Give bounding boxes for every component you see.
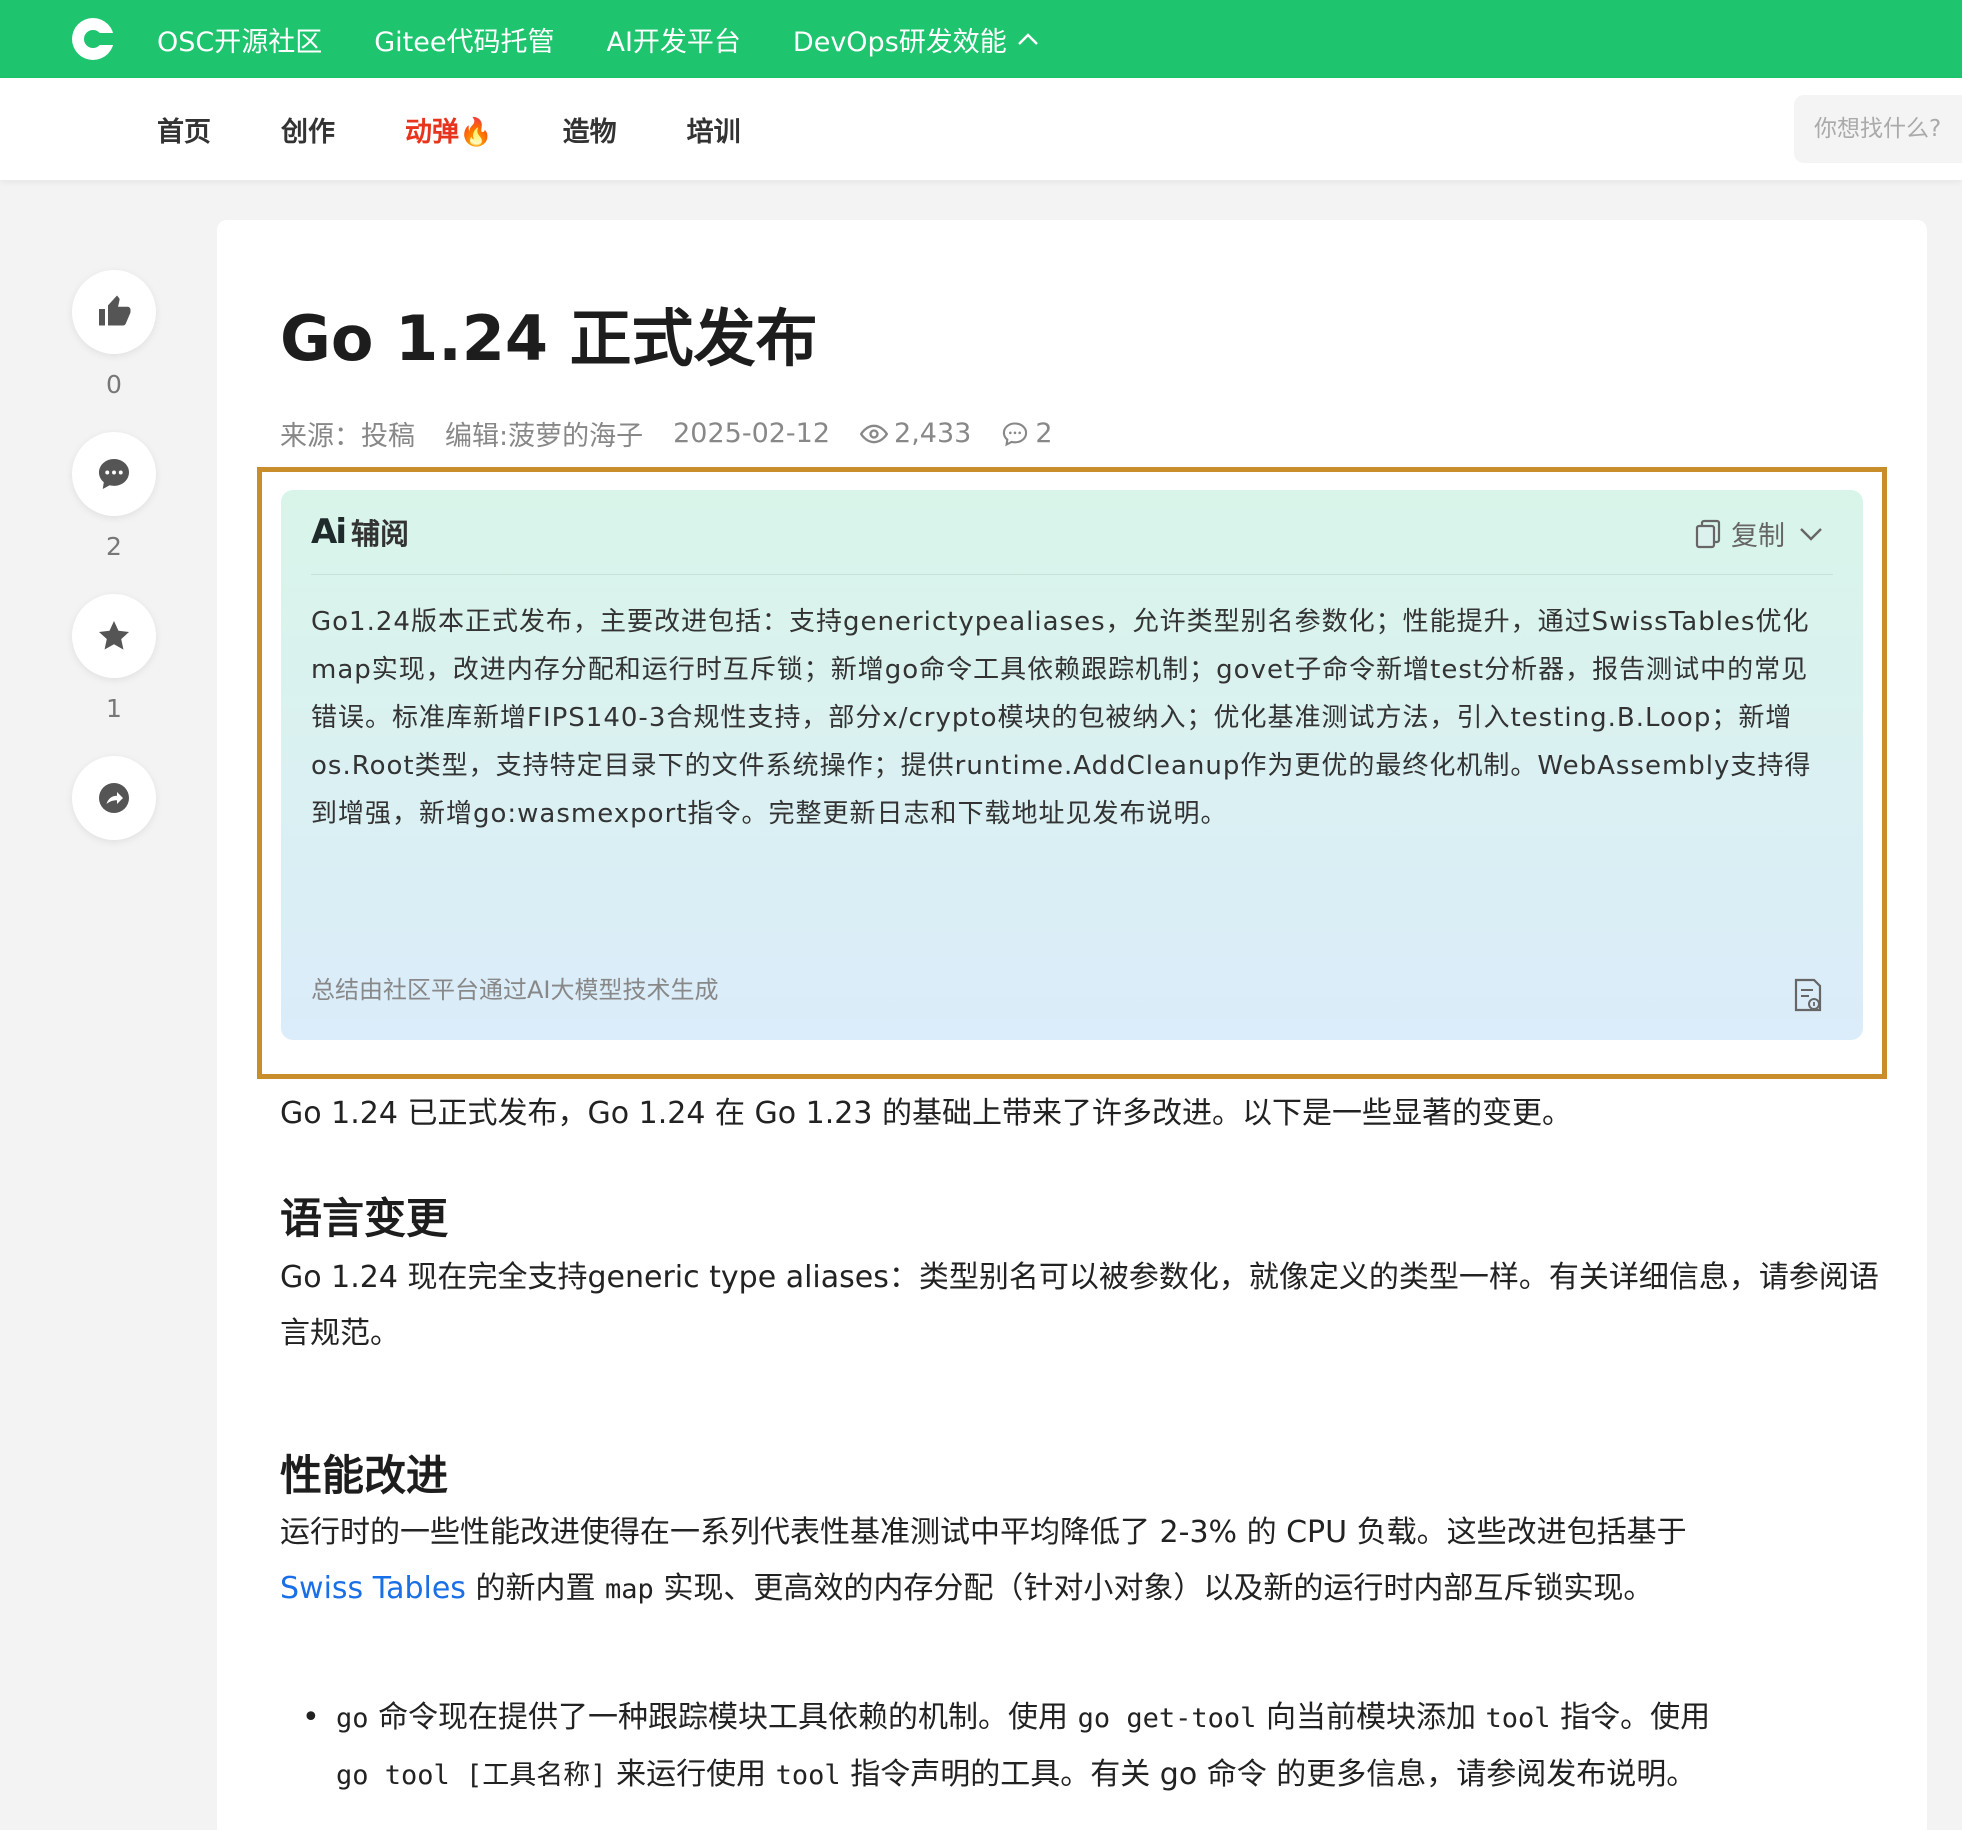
highlight-frame <box>257 467 1887 1079</box>
secondary-nav: 首页 创作 动弹🔥 造物 培训 <box>157 78 811 180</box>
article-title: Go 1.24 正式发布 <box>280 302 818 375</box>
b1-code-get-tool: go get-tool <box>1077 1703 1257 1734</box>
b1-text-3: 指令。使用 <box>1560 1700 1711 1735</box>
heading-performance: 性能改进 <box>280 1451 449 1500</box>
like-count: 0 <box>106 370 122 399</box>
osc-logo-icon[interactable] <box>70 16 116 62</box>
top-nav-gitee[interactable]: Gitee代码托管 <box>374 20 554 59</box>
top-nav-devops[interactable]: DevOps研发效能 <box>793 20 1039 59</box>
favorite-count: 1 <box>106 694 122 723</box>
perf-text-1: 运行时的一些性能改进使得在一系列代表性基准测试中平均降低了 2-3% 的 CPU… <box>280 1515 1687 1550</box>
favorite-button[interactable] <box>72 594 156 678</box>
star-icon <box>99 621 129 650</box>
b1-text-2: 向当前模块添加 <box>1265 1700 1476 1735</box>
article-date: 2025-02-12 <box>673 418 831 449</box>
nav-training[interactable]: 培训 <box>687 110 741 149</box>
nav-create[interactable]: 创作 <box>281 110 335 149</box>
chevron-up-icon <box>1017 33 1038 45</box>
top-nav: OSC开源社区 Gitee代码托管 AI开发平台 DevOps研发效能 <box>157 0 1091 78</box>
paragraph-performance: 运行时的一些性能改进使得在一系列代表性基准测试中平均降低了 2-3% 的 CPU… <box>280 1505 1880 1618</box>
secondary-nav-bar: 首页 创作 动弹🔥 造物 培训 <box>0 78 1962 180</box>
article-source: 来源：投稿 <box>280 421 415 452</box>
heading-language-changes: 语言变更 <box>280 1194 449 1243</box>
article-comments-count: 2 <box>1035 418 1053 449</box>
share-icon <box>99 783 129 813</box>
eye-icon <box>860 424 889 443</box>
nav-tweets[interactable]: 动弹🔥 <box>405 110 493 149</box>
list-item: go 命令现在提供了一种跟踪模块工具依赖的机制。使用 go get-tool 向… <box>280 1690 1880 1804</box>
b1-text-5: 指令声明的工具。有关 go 命令 的更多信息，请参阅发布说明。 <box>850 1757 1697 1792</box>
paragraph-language: Go 1.24 现在完全支持generic type aliases：类型别名可… <box>280 1260 1879 1351</box>
article-views-count: 2,433 <box>894 418 972 449</box>
comment-button[interactable] <box>72 432 156 516</box>
top-bar: OSC开源社区 Gitee代码托管 AI开发平台 DevOps研发效能 <box>0 0 1962 78</box>
nav-build[interactable]: 造物 <box>563 110 617 149</box>
top-nav-devops-label: DevOps研发效能 <box>792 26 1007 58</box>
nav-home[interactable]: 首页 <box>157 110 211 149</box>
thumbs-up-icon <box>99 295 131 326</box>
b1-text-1: 命令现在提供了一种跟踪模块工具依赖的机制。使用 <box>378 1700 1069 1735</box>
article-intro: Go 1.24 已正式发布，Go 1.24 在 Go 1.23 的基础上带来了许… <box>280 1096 1572 1131</box>
b1-code-go: go <box>336 1703 369 1734</box>
swiss-tables-link[interactable]: Swiss Tables <box>280 1571 466 1606</box>
comment-bubble-icon <box>99 459 129 489</box>
side-actions: 0 2 1 <box>72 270 156 840</box>
perf-code-map: map <box>605 1574 654 1605</box>
article-views: 2,433 <box>860 418 971 449</box>
comment-outline-icon <box>1003 421 1028 446</box>
top-nav-osc[interactable]: OSC开源社区 <box>157 20 322 59</box>
like-button[interactable] <box>72 270 156 354</box>
b1-code-go-tool: go tool [工具名称] <box>336 1760 607 1791</box>
article-editor[interactable]: 编辑:菠萝的海子 <box>445 414 643 453</box>
b1-code-tool: tool <box>1485 1703 1551 1734</box>
search-input[interactable] <box>1794 95 1962 163</box>
article-meta: 来源：投稿 编辑:菠萝的海子 2025-02-12 2,433 2 <box>280 414 1083 453</box>
perf-text-3: 实现、更高效的内存分配（针对小对象）以及新的运行时内部互斥锁实现。 <box>663 1571 1654 1606</box>
perf-text-2: 的新内置 <box>475 1571 596 1606</box>
comment-count: 2 <box>106 532 122 561</box>
b1-text-4: 来运行使用 <box>616 1757 767 1792</box>
share-button[interactable] <box>72 756 156 840</box>
top-nav-ai[interactable]: AI开发平台 <box>606 20 740 59</box>
b1-code-tool-2: tool <box>775 1760 841 1791</box>
article-comments[interactable]: 2 <box>1001 418 1053 449</box>
